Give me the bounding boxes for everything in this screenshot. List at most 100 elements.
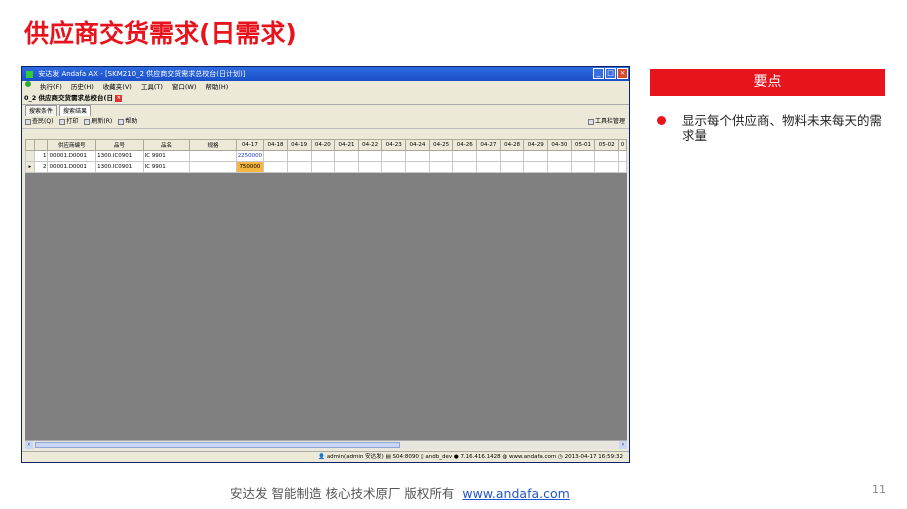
qty-cell[interactable] xyxy=(570,150,596,162)
column-header[interactable]: 04-17 xyxy=(235,139,265,151)
column-header[interactable]: 04-19 xyxy=(286,139,312,151)
scroll-right-icon[interactable]: › xyxy=(619,441,627,449)
qty-cell[interactable] xyxy=(523,161,549,173)
qty-cell[interactable] xyxy=(523,150,549,162)
status-server: S04:8090 xyxy=(392,454,419,460)
column-header[interactable]: 供应商编号 xyxy=(47,139,97,151)
qty-cell[interactable] xyxy=(334,161,359,173)
statusbar: 👤 admin(admin 安达发) ▤ S04:8090 ▯ andb_dev… xyxy=(22,451,629,462)
qty-cell[interactable] xyxy=(357,150,383,162)
column-header[interactable]: 05-02 xyxy=(594,139,620,151)
column-header[interactable]: 04-28 xyxy=(499,139,525,151)
spec-cell[interactable] xyxy=(189,150,237,162)
column-header[interactable]: 04-29 xyxy=(523,139,549,151)
qty-cell[interactable] xyxy=(334,150,359,162)
qty-cell[interactable] xyxy=(499,150,525,162)
qty-cell[interactable] xyxy=(618,161,627,173)
qty-cell[interactable] xyxy=(381,150,407,162)
column-header[interactable]: 04-25 xyxy=(428,139,454,151)
qty-cell[interactable] xyxy=(594,150,620,162)
menu-favorites[interactable]: 收藏夹(V) xyxy=(103,81,132,93)
qty-cell[interactable] xyxy=(310,150,336,162)
menu-history[interactable]: 历史(H) xyxy=(71,81,94,93)
row-indicator[interactable]: ▸ xyxy=(25,161,35,173)
scroll-thumb[interactable] xyxy=(35,442,400,448)
close-button[interactable]: × xyxy=(617,68,628,79)
menu-help[interactable]: 帮助(H) xyxy=(205,81,228,93)
column-header[interactable]: 04-20 xyxy=(310,139,336,151)
column-header[interactable]: 品号 xyxy=(95,139,144,151)
name-cell[interactable]: IC 9901 xyxy=(142,161,191,173)
supplier-cell[interactable]: 00001.D0001 xyxy=(47,150,97,162)
qty-cell[interactable] xyxy=(547,161,572,173)
column-header[interactable]: 04-18 xyxy=(263,139,288,151)
item-cell[interactable]: 1300.IC0901 xyxy=(95,161,144,173)
toolbar-manage-button[interactable]: 工具栏管理 xyxy=(587,116,625,128)
minimize-button[interactable]: _ xyxy=(593,68,604,79)
name-cell[interactable]: IC 9901 xyxy=(142,150,191,162)
row-indicator[interactable] xyxy=(25,150,35,162)
qty-cell[interactable] xyxy=(286,150,312,162)
clock-icon: ◷ xyxy=(558,454,563,460)
qty-cell[interactable] xyxy=(428,150,454,162)
menu-execute[interactable]: 执行(F) xyxy=(40,81,62,93)
qty-cell[interactable] xyxy=(618,150,627,162)
bullet-icon xyxy=(657,116,666,125)
item-cell[interactable]: 1300.IC0901 xyxy=(95,150,144,162)
column-header[interactable]: 04-24 xyxy=(405,139,430,151)
column-header[interactable]: 04-26 xyxy=(452,139,478,151)
qty-cell[interactable] xyxy=(547,150,572,162)
footer-link[interactable]: www.andafa.com xyxy=(462,486,569,501)
qty-cell[interactable] xyxy=(381,161,407,173)
qty-cell[interactable] xyxy=(405,150,430,162)
column-header[interactable]: 04-21 xyxy=(334,139,359,151)
app-icon xyxy=(26,70,33,78)
menu-tools[interactable]: 工具(T) xyxy=(141,81,163,93)
query-button[interactable]: 查民(Q) xyxy=(25,116,53,128)
qty-cell[interactable] xyxy=(310,161,336,173)
maximize-button[interactable]: □ xyxy=(605,68,616,79)
table-row[interactable]: ▸ 2 00001.D0001 1300.IC0901 IC 9901 7500… xyxy=(25,161,627,173)
document-tab[interactable]: 0_2 供应商交货需求总校台(日 × xyxy=(22,93,629,105)
qty-cell[interactable] xyxy=(263,150,288,162)
qty-cell-selected[interactable]: 750000 xyxy=(235,161,265,173)
server-icon: ▤ xyxy=(385,454,391,460)
qty-cell[interactable] xyxy=(428,161,454,173)
column-header[interactable]: 04-30 xyxy=(547,139,572,151)
menubar: 执行(F) 历史(H) 收藏夹(V) 工具(T) 窗口(W) 帮助(H) xyxy=(22,81,629,93)
qty-cell[interactable] xyxy=(357,161,383,173)
qty-cell[interactable] xyxy=(570,161,596,173)
qty-cell[interactable] xyxy=(263,161,288,173)
scroll-left-icon[interactable]: ‹ xyxy=(25,441,33,449)
supplier-cell[interactable]: 00001.D0001 xyxy=(47,161,97,173)
window-title: 安达发 Andafa AX - [SKM210_2 供应商交货需求总校台(日计划… xyxy=(38,70,246,78)
print-button[interactable]: 打印 xyxy=(59,116,78,128)
close-icon[interactable]: × xyxy=(115,94,123,102)
column-header[interactable]: 品名 xyxy=(142,139,191,151)
column-header[interactable]: 0 xyxy=(618,139,627,151)
qty-cell[interactable] xyxy=(476,150,501,162)
qty-cell[interactable]: 2250000 xyxy=(235,150,265,162)
qty-cell[interactable] xyxy=(452,150,478,162)
refresh-button[interactable]: 刷新(R) xyxy=(84,116,112,128)
footer: 安达发 智能制造 核心技术原厂 版权所有 www.andafa.com xyxy=(230,483,570,502)
column-header[interactable]: 05-01 xyxy=(570,139,596,151)
tab-search-criteria[interactable]: 搜索条件 xyxy=(25,105,58,116)
column-header[interactable]: 04-22 xyxy=(357,139,383,151)
qty-cell[interactable] xyxy=(452,161,478,173)
table-row[interactable]: 1 00001.D0001 1300.IC0901 IC 9901 225000… xyxy=(25,150,627,162)
qty-cell[interactable] xyxy=(286,161,312,173)
menu-window[interactable]: 窗口(W) xyxy=(172,81,197,93)
column-header[interactable]: 规格 xyxy=(189,139,237,151)
qty-cell[interactable] xyxy=(499,161,525,173)
horizontal-scrollbar[interactable]: ‹ › xyxy=(25,440,627,449)
row-number: 2 xyxy=(33,161,49,173)
help-button[interactable]: 帮助 xyxy=(118,116,137,128)
spec-cell[interactable] xyxy=(189,161,237,173)
qty-cell[interactable] xyxy=(594,161,620,173)
column-header[interactable]: 04-27 xyxy=(476,139,501,151)
column-header[interactable]: 04-23 xyxy=(381,139,407,151)
qty-cell[interactable] xyxy=(405,161,430,173)
qty-cell[interactable] xyxy=(476,161,501,173)
tab-search-results[interactable]: 搜索结果 xyxy=(59,105,92,116)
